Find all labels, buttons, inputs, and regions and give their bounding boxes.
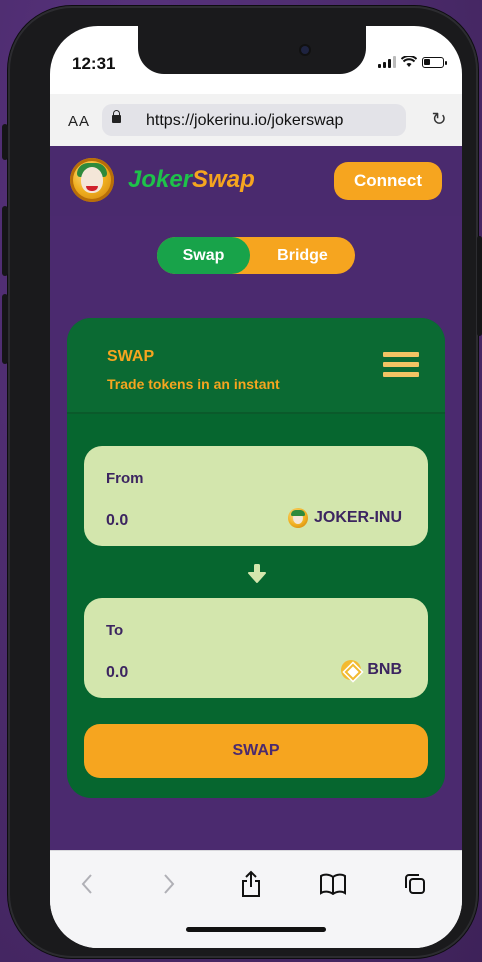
to-token-selector[interactable]: BNB bbox=[341, 660, 402, 680]
signal-icon bbox=[378, 56, 396, 68]
swap-card-header: SWAP Trade tokens in an instant bbox=[67, 318, 445, 414]
swap-button[interactable]: SWAP bbox=[84, 724, 428, 778]
power-button bbox=[477, 236, 482, 336]
volume-up-button bbox=[2, 206, 8, 276]
swap-card-title: SWAP bbox=[107, 348, 155, 365]
brand-name[interactable]: JokerSwap bbox=[128, 166, 255, 194]
tabs-icon[interactable] bbox=[400, 869, 430, 899]
wifi-icon bbox=[401, 56, 417, 67]
share-icon[interactable] bbox=[236, 869, 266, 899]
from-amount-input[interactable]: 0.0 bbox=[106, 512, 128, 530]
bnb-token-icon bbox=[341, 660, 362, 680]
phone-screen: 12:31 AA https://jokerinu.io/jokerswap ↻ bbox=[50, 26, 462, 948]
menu-icon[interactable] bbox=[383, 352, 419, 382]
joker-token-icon bbox=[287, 508, 308, 528]
to-field[interactable]: To 0.0 BNB bbox=[84, 598, 428, 698]
tab-bridge[interactable]: Bridge bbox=[250, 237, 355, 274]
text-size-button[interactable]: AA bbox=[68, 113, 90, 130]
from-label: From bbox=[106, 470, 144, 487]
camera-icon bbox=[301, 46, 309, 54]
from-field[interactable]: From 0.0 JOKER-INU bbox=[84, 446, 428, 546]
to-amount-input[interactable]: 0.0 bbox=[106, 664, 128, 682]
status-icons bbox=[378, 56, 447, 68]
to-token-symbol: BNB bbox=[367, 661, 402, 678]
url-text[interactable]: https://jokerinu.io/jokerswap bbox=[146, 112, 396, 130]
back-icon[interactable] bbox=[72, 869, 102, 899]
mute-switch bbox=[2, 124, 8, 160]
brand-part-joker: Joker bbox=[128, 166, 193, 193]
notch bbox=[138, 26, 366, 74]
connect-button[interactable]: Connect bbox=[334, 162, 442, 200]
bookmarks-icon[interactable] bbox=[318, 869, 348, 899]
main-content: Swap Bridge SWAP Trade tokens in an inst… bbox=[50, 216, 462, 850]
status-time: 12:31 bbox=[72, 54, 116, 73]
volume-down-button bbox=[2, 294, 8, 364]
mode-toggle: Swap Bridge bbox=[157, 237, 355, 274]
joker-logo-icon[interactable] bbox=[70, 158, 114, 202]
tab-swap[interactable]: Swap bbox=[157, 237, 250, 274]
to-label: To bbox=[106, 622, 124, 639]
from-token-symbol: JOKER-INU bbox=[313, 509, 402, 526]
home-indicator bbox=[186, 927, 326, 932]
app-header: JokerSwap Connect bbox=[50, 146, 462, 216]
arrow-down-icon[interactable] bbox=[246, 562, 268, 584]
swap-card-subtitle: Trade tokens in an instant bbox=[107, 376, 280, 392]
reload-icon[interactable]: ↻ bbox=[430, 110, 448, 128]
swap-card: SWAP Trade tokens in an instant From 0.0… bbox=[67, 318, 445, 798]
browser-toolbar bbox=[50, 850, 462, 948]
from-token-selector[interactable]: JOKER-INU bbox=[287, 508, 402, 528]
browser-address-bar: AA https://jokerinu.io/jokerswap ↻ bbox=[50, 94, 462, 146]
forward-icon[interactable] bbox=[154, 869, 184, 899]
battery-icon bbox=[422, 56, 447, 68]
brand-part-swap: Swap bbox=[192, 166, 255, 193]
lock-icon bbox=[112, 110, 121, 123]
phone-frame: 12:31 AA https://jokerinu.io/jokerswap ↻ bbox=[2, 6, 482, 958]
